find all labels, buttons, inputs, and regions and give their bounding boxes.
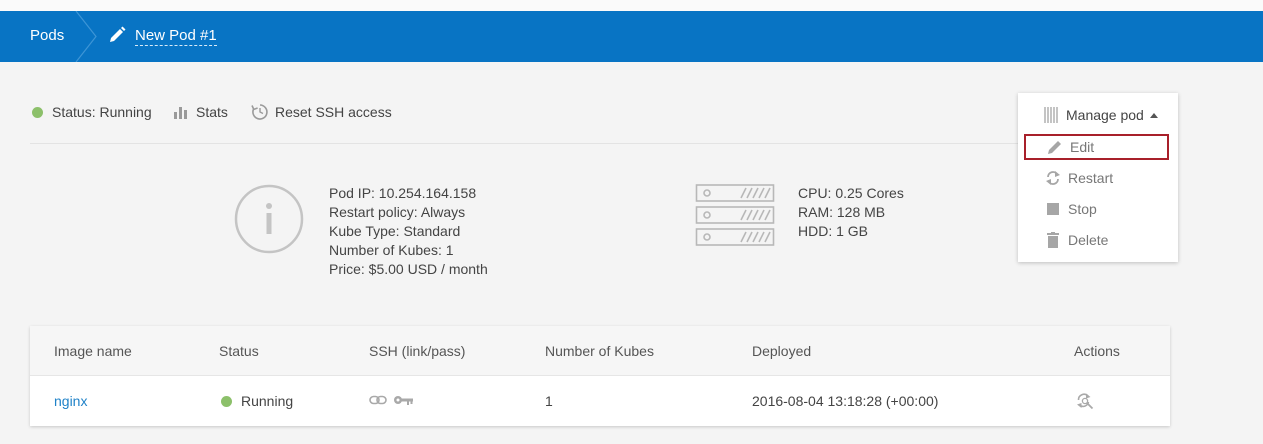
column-header-actions: Actions	[1074, 343, 1120, 359]
check-updates-action[interactable]	[1076, 392, 1094, 410]
manage-pod-toggle[interactable]: Manage pod	[1044, 107, 1158, 123]
number-of-kubes: Number of Kubes: 1	[329, 242, 454, 258]
menu-item-edit-label: Edit	[1070, 139, 1095, 155]
manage-pod-dropdown: Manage pod Edit Restart Stop Delete	[1018, 93, 1178, 262]
info-icon	[234, 184, 304, 254]
container-status: Running	[221, 393, 293, 409]
stop-icon	[1040, 203, 1066, 215]
containers-table: Image name Status SSH (link/pass) Number…	[30, 326, 1170, 426]
status-dot-icon	[221, 395, 232, 407]
container-status-label: Running	[241, 393, 294, 409]
column-header-image-name: Image name	[54, 343, 132, 359]
pod-title-editable[interactable]: New Pod #1	[135, 27, 217, 46]
section-divider	[30, 143, 1030, 144]
ssh-actions	[369, 395, 413, 405]
pod-ip: Pod IP: 10.254.164.158	[329, 185, 477, 201]
breadcrumb-pods-link[interactable]: Pods	[30, 27, 64, 44]
deployed-timestamp: 2016-08-04 13:18:28 (+00:00)	[752, 393, 939, 409]
header-bar: Pods New Pod #1	[0, 11, 1263, 62]
menu-item-delete-label: Delete	[1068, 232, 1109, 248]
status-label: Status: Running	[52, 104, 152, 120]
bar-chart-icon	[174, 107, 187, 119]
pencil-icon[interactable]	[108, 26, 126, 44]
restart-icon	[1040, 169, 1066, 187]
ram-info: RAM: 128 MB	[798, 204, 886, 220]
pencil-icon	[1042, 139, 1068, 155]
menu-item-restart[interactable]: Restart	[1024, 165, 1169, 191]
stats-link[interactable]: Stats	[173, 103, 228, 121]
reset-icon	[251, 104, 268, 120]
column-header-status: Status	[219, 343, 259, 359]
trash-icon	[1040, 232, 1066, 248]
reset-ssh-label: Reset SSH access	[275, 104, 392, 120]
menu-item-edit[interactable]: Edit	[1024, 134, 1169, 160]
menu-item-stop[interactable]: Stop	[1024, 196, 1169, 222]
manage-pod-label: Manage pod	[1066, 107, 1144, 123]
price: Price: $5.00 USD / month	[329, 261, 488, 277]
kube-type: Kube Type: Standard	[329, 223, 461, 239]
column-header-deployed: Deployed	[752, 343, 812, 359]
kubes-count: 1	[545, 393, 553, 409]
status-dot-icon	[32, 106, 43, 118]
link-icon[interactable]	[369, 395, 387, 405]
restart-policy: Restart policy: Always	[329, 204, 466, 220]
pod-info: Pod IP: 10.254.164.158 Restart policy: A…	[329, 184, 488, 279]
menu-item-stop-label: Stop	[1068, 201, 1097, 217]
breadcrumb-separator-icon	[75, 11, 97, 62]
caret-up-icon	[1149, 112, 1158, 118]
menu-item-delete[interactable]: Delete	[1024, 227, 1169, 253]
status-indicator: Status: Running	[32, 103, 152, 121]
check-updates-icon	[1077, 393, 1094, 410]
table-header: Image name Status SSH (link/pass) Number…	[30, 326, 1170, 376]
columns-icon	[1044, 107, 1058, 123]
resource-info: CPU: 0.25 Cores RAM: 128 MB HDD: 1 GB	[798, 184, 904, 241]
image-name-link[interactable]: nginx	[54, 393, 87, 409]
cpu-info: CPU: 0.25 Cores	[798, 185, 904, 201]
server-icon	[695, 184, 775, 246]
hdd-info: HDD: 1 GB	[798, 223, 869, 239]
key-icon[interactable]	[393, 395, 413, 405]
stats-label: Stats	[196, 104, 228, 120]
column-header-kubes: Number of Kubes	[545, 343, 654, 359]
column-header-ssh: SSH (link/pass)	[369, 343, 466, 359]
reset-ssh-link[interactable]: Reset SSH access	[251, 103, 392, 121]
menu-item-restart-label: Restart	[1068, 170, 1114, 186]
top-strip	[0, 0, 1263, 11]
